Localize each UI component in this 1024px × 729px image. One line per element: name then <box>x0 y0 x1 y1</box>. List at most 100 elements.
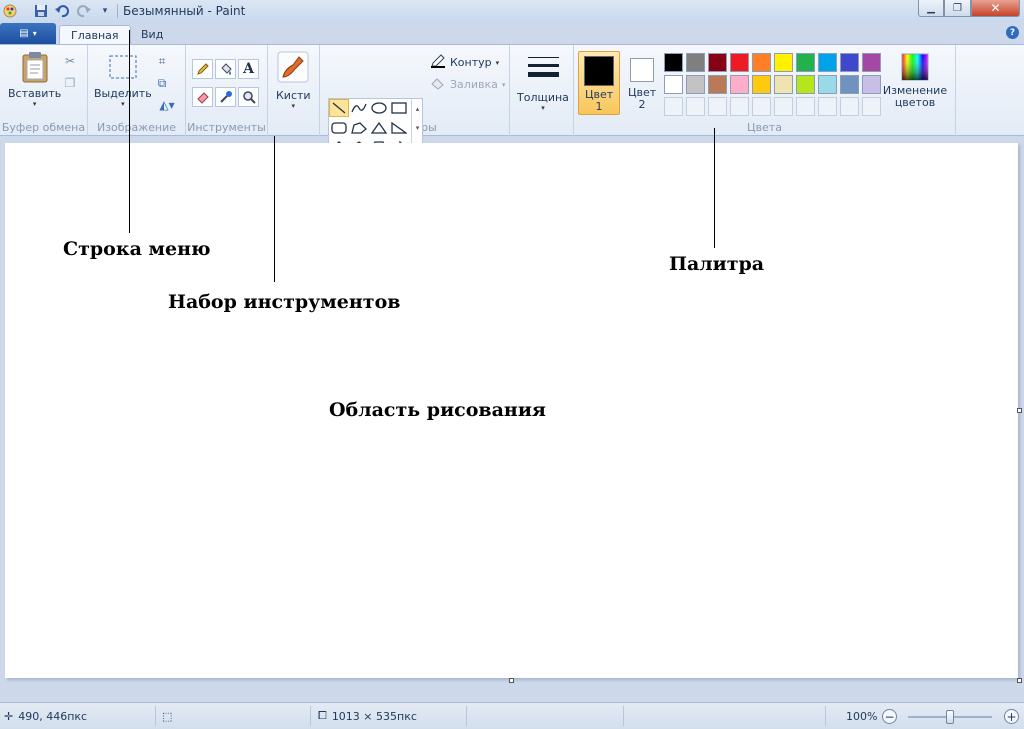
palette-color-swatch[interactable] <box>840 75 859 94</box>
scroll-up-icon: ▴ <box>415 104 420 113</box>
undo-icon[interactable] <box>54 3 70 19</box>
help-icon[interactable]: ? <box>1006 26 1019 39</box>
plus-icon: + <box>1006 709 1017 724</box>
size-button[interactable]: Толщина ▾ <box>517 51 569 112</box>
palette-color-swatch[interactable] <box>774 53 793 72</box>
color1-swatch <box>584 56 614 86</box>
canvas-size-icon: ⧠ <box>318 709 327 722</box>
palette-color-swatch[interactable] <box>664 75 683 94</box>
palette-custom-swatch[interactable] <box>862 97 881 116</box>
palette-color-swatch[interactable] <box>686 53 705 72</box>
outline-button[interactable]: Контур ▾ <box>430 54 499 71</box>
shape-oval-icon[interactable] <box>369 99 389 117</box>
select-dropdown-icon: ▾ <box>121 100 125 108</box>
palette-annotation: Палитра <box>669 253 765 275</box>
minimize-button[interactable]: ▁ <box>918 0 944 17</box>
canvas-resize-handle-bottom[interactable] <box>509 678 514 683</box>
palette-color-swatch[interactable] <box>862 75 881 94</box>
tab-view[interactable]: Вид <box>130 25 174 44</box>
palette-color-swatch[interactable] <box>840 53 859 72</box>
tools-group: A Инструменты <box>186 45 268 136</box>
edit-colors-button[interactable]: Изменение цветов <box>883 51 947 109</box>
text-tool-icon[interactable]: A <box>238 59 259 79</box>
palette-color-swatch[interactable] <box>730 75 749 94</box>
shape-triangle-icon[interactable] <box>369 119 389 137</box>
palette-color-swatch[interactable] <box>818 53 837 72</box>
fill-button[interactable]: Заливка ▾ <box>430 76 505 93</box>
color2-button[interactable]: Цвет 2 <box>624 51 660 115</box>
select-button[interactable]: Выделить ▾ <box>94 51 152 108</box>
shape-rectangle-icon[interactable] <box>389 99 409 117</box>
shape-rounded-rectangle-icon[interactable] <box>329 119 349 137</box>
menu-bar-pointer-line <box>129 30 130 233</box>
palette-custom-swatch[interactable] <box>752 97 771 116</box>
palette-custom-swatch[interactable] <box>708 97 727 116</box>
palette-color-swatch[interactable] <box>686 75 705 94</box>
brushes-dropdown-icon: ▾ <box>291 102 296 110</box>
color2-swatch <box>630 58 654 82</box>
cut-icon[interactable]: ✂ <box>60 51 80 71</box>
palette-color-swatch[interactable] <box>796 75 815 94</box>
brushes-button[interactable]: Кисти ▾ <box>276 51 311 110</box>
copy-icon[interactable]: ❐ <box>60 73 80 93</box>
status-divider <box>466 706 467 726</box>
minus-icon: − <box>884 709 895 724</box>
shape-right-triangle-icon[interactable] <box>389 119 409 137</box>
palette-custom-swatch[interactable] <box>840 97 859 116</box>
maximize-button[interactable]: ❐ <box>944 0 971 17</box>
palette-color-swatch[interactable] <box>730 53 749 72</box>
canvas-size-value: 1013 × 535пкс <box>331 709 417 723</box>
dropdown-arrow-icon: ▾ <box>32 29 37 38</box>
palette-color-swatch[interactable] <box>708 53 727 72</box>
status-divider <box>623 706 624 726</box>
close-button[interactable]: ✕ <box>971 0 1020 17</box>
scroll-down-icon: ▾ <box>415 123 420 132</box>
fill-bucket-icon[interactable] <box>215 59 236 79</box>
customize-quick-access-icon[interactable]: ▾ <box>97 3 113 19</box>
tab-home[interactable]: Главная <box>59 25 131 44</box>
palette-color-swatch[interactable] <box>796 53 815 72</box>
shape-curve-icon[interactable] <box>349 99 369 117</box>
menu-icon: ▤ <box>19 28 29 39</box>
magnifier-icon[interactable] <box>238 87 259 107</box>
fill-icon <box>430 76 446 93</box>
canvas-resize-handle-corner[interactable] <box>1017 678 1022 683</box>
toolbox-pointer-line <box>274 136 275 282</box>
palette-custom-swatch[interactable] <box>818 97 837 116</box>
palette-custom-swatch[interactable] <box>730 97 749 116</box>
crop-icon[interactable]: ⌗ <box>152 51 172 71</box>
palette-custom-swatch[interactable] <box>664 97 683 116</box>
save-icon[interactable] <box>33 3 49 19</box>
rotate-icon[interactable]: ◭▾ <box>152 95 182 115</box>
pencil-icon[interactable] <box>192 59 213 79</box>
window-title: Безымянный - Paint <box>123 4 246 18</box>
canvas-resize-handle-right[interactable] <box>1017 408 1022 413</box>
palette-custom-swatch[interactable] <box>686 97 705 116</box>
palette-color-swatch[interactable] <box>862 53 881 72</box>
shape-polygon-icon[interactable] <box>349 119 369 137</box>
palette-color-swatch[interactable] <box>818 75 837 94</box>
paint-menu-button[interactable]: ▤ ▾ <box>0 23 56 44</box>
color-picker-icon[interactable] <box>215 87 236 107</box>
select-label: Выделить <box>94 87 152 100</box>
color1-button[interactable]: Цвет 1 <box>578 51 620 115</box>
zoom-in-button[interactable]: + <box>1004 709 1019 724</box>
palette-color-swatch[interactable] <box>774 75 793 94</box>
palette-color-swatch[interactable] <box>752 53 771 72</box>
resize-icon[interactable]: ⧉ <box>152 73 172 93</box>
eraser-icon[interactable] <box>192 87 213 107</box>
restore-icon: ❐ <box>953 2 962 14</box>
title-bar: ▾ Безымянный - Paint ▁ ❐ ✕ <box>0 0 1024 22</box>
zoom-slider-thumb[interactable] <box>946 710 954 724</box>
paste-button[interactable]: Вставить ▾ <box>8 51 61 108</box>
redo-icon[interactable] <box>76 3 92 19</box>
outline-label: Контур <box>450 56 492 69</box>
toolbox-annotation: Набор инструментов <box>168 291 401 313</box>
palette-color-swatch[interactable] <box>752 75 771 94</box>
palette-custom-swatch[interactable] <box>796 97 815 116</box>
palette-color-swatch[interactable] <box>664 53 683 72</box>
zoom-out-button[interactable]: − <box>882 709 897 724</box>
shape-line-icon[interactable] <box>329 99 349 117</box>
palette-color-swatch[interactable] <box>708 75 727 94</box>
palette-custom-swatch[interactable] <box>774 97 793 116</box>
